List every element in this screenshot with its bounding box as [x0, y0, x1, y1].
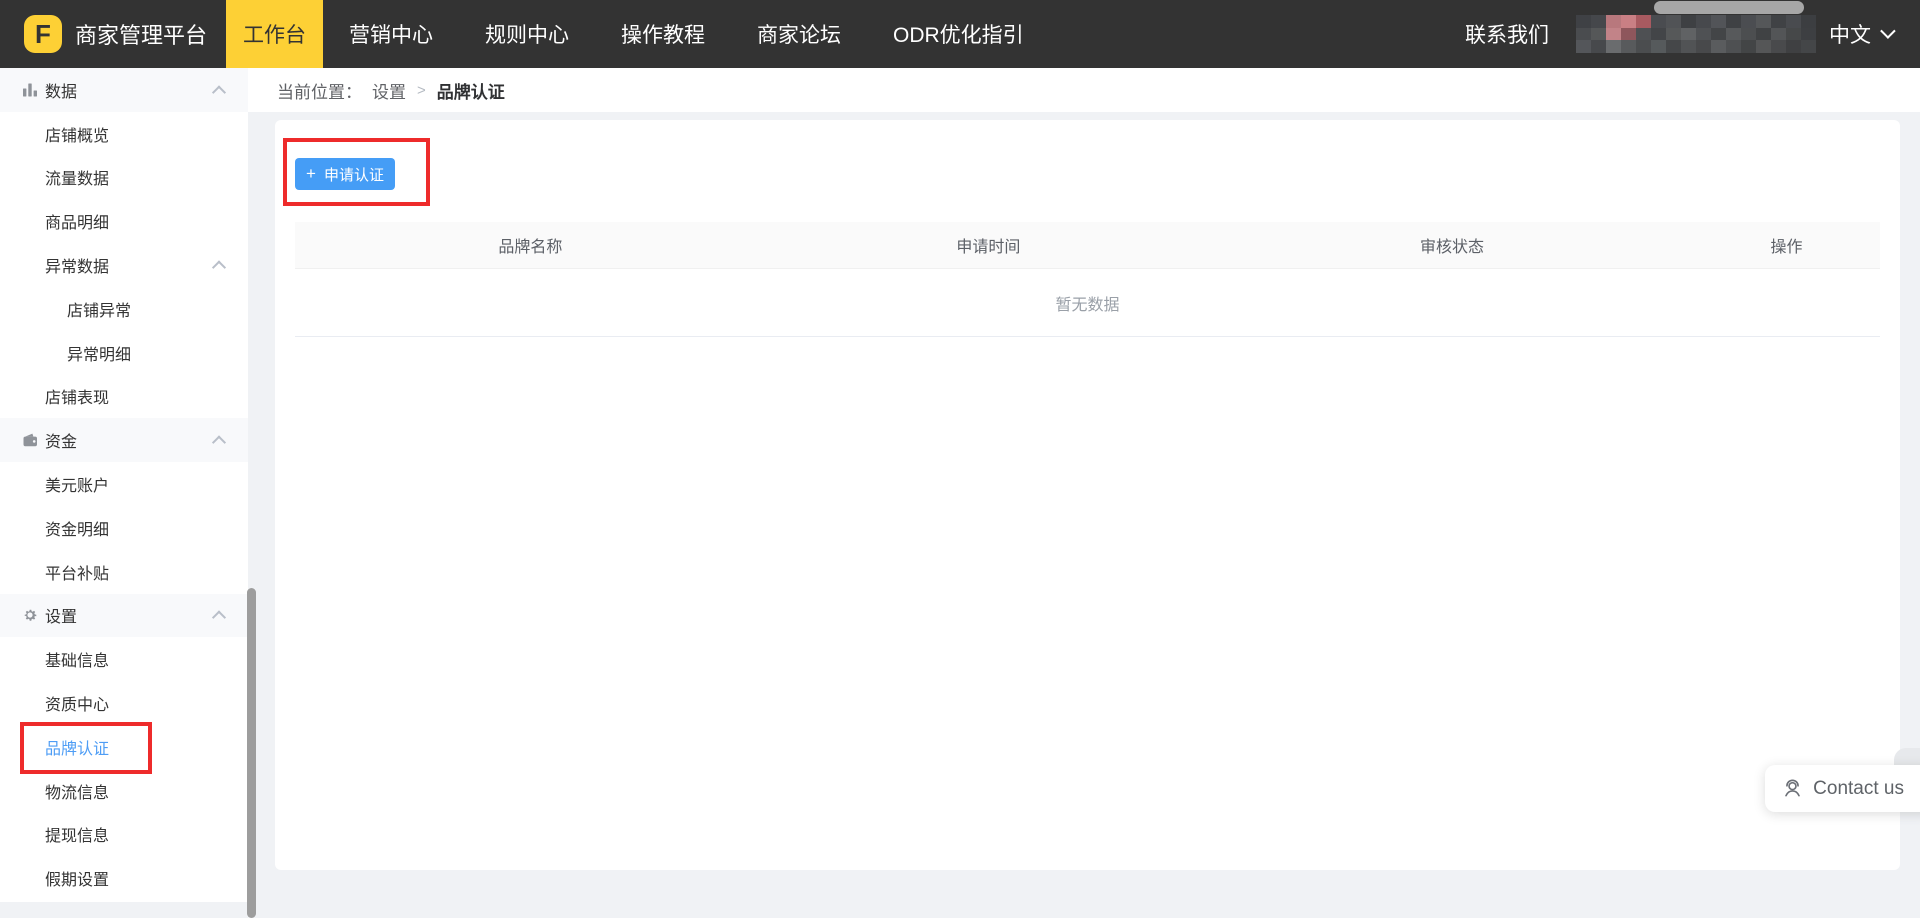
sidebar-scrollbar-thumb[interactable]	[247, 588, 256, 918]
apply-certification-button[interactable]: + 申请认证	[295, 158, 395, 190]
sidebar-item[interactable]: 店铺概览	[0, 112, 248, 156]
sidebar-item-label: 商品明细	[45, 209, 109, 233]
sidebar-item-label: 美元账户	[45, 472, 109, 496]
pixelated-censor-block	[1576, 15, 1816, 53]
gear-icon	[22, 607, 38, 623]
chevron-up-icon[interactable]	[212, 436, 226, 450]
navbar-tab-label: 商家论坛	[757, 19, 841, 49]
breadcrumb-section[interactable]: 设置	[372, 78, 406, 103]
sidebar-item[interactable]: 店铺表现	[0, 375, 248, 419]
navbar-tab[interactable]: 商家论坛	[731, 0, 867, 68]
chevron-up-icon[interactable]	[212, 611, 226, 625]
sidebar-item-label: 店铺概览	[45, 122, 109, 146]
app-title: 商家管理平台	[75, 18, 207, 50]
chevron-down-icon[interactable]	[1880, 23, 1896, 39]
sidebar-item-label: 异常明细	[67, 341, 131, 365]
sidebar-menu: 数据 店铺概览 流量数据 商品明细 异常数据	[0, 68, 248, 902]
app-logo[interactable]: F	[24, 15, 62, 53]
language-selector[interactable]: 中文	[1829, 19, 1871, 49]
table-column-header: 申请时间	[766, 233, 1211, 257]
certification-table: 品牌名称 申请时间 审核状态 操作 暂无数据	[295, 222, 1880, 337]
breadcrumb-prefix: 当前位置：	[277, 78, 362, 103]
contact-us-label: Contact us	[1813, 778, 1904, 800]
navbar-tab-label: 规则中心	[485, 19, 569, 49]
table-column-header: 品牌名称	[295, 233, 766, 257]
sidebar-item-label: 店铺表现	[45, 384, 109, 408]
sidebar-item-label: 假期设置	[45, 866, 109, 890]
content-card: + 申请认证 品牌名称 申请时间 审核状态 操作 暂无数据	[275, 120, 1900, 870]
sidebar-item[interactable]: 资金明细	[0, 506, 248, 550]
sidebar-item[interactable]: 基础信息	[0, 637, 248, 681]
sidebar-item-label: 数据	[45, 78, 77, 102]
navbar-tab-label: 工作台	[243, 19, 306, 49]
sidebar-item[interactable]: 异常明细	[0, 331, 248, 375]
wallet-icon	[22, 432, 39, 448]
sidebar-item[interactable]: 店铺异常	[0, 287, 248, 331]
breadcrumb: 当前位置： 设置 > 品牌认证	[248, 68, 1920, 112]
contact-us-link[interactable]: 联系我们	[1465, 19, 1549, 49]
sidebar-item-label: 资金明细	[45, 516, 109, 540]
sidebar-item[interactable]: 平台补贴	[0, 550, 248, 594]
sidebar-item-label: 资金	[45, 428, 77, 452]
sidebar-item[interactable]: 异常数据	[0, 243, 248, 287]
navbar-tab[interactable]: 工作台	[226, 0, 323, 68]
sidebar-item-label: 物流信息	[45, 779, 109, 803]
sidebar-item-label: 平台补贴	[45, 560, 109, 584]
breadcrumb-current: 品牌认证	[437, 78, 505, 103]
redacted-username	[1576, 15, 1816, 53]
navbar-tab[interactable]: 营销中心	[323, 0, 459, 68]
sidebar-item[interactable]: 设置	[0, 594, 248, 638]
sidebar-item[interactable]: 数据	[0, 68, 248, 112]
apply-button-label: 申请认证	[324, 164, 384, 185]
main-content: + 申请认证 品牌名称 申请时间 审核状态 操作 暂无数据	[248, 112, 1920, 902]
breadcrumb-separator-icon: >	[417, 82, 426, 99]
bar-chart-icon	[22, 82, 38, 97]
sidebar-item-label: 资质中心	[45, 691, 109, 715]
sidebar-item[interactable]: 假期设置	[0, 856, 248, 900]
sidebar-item[interactable]: 资质中心	[0, 681, 248, 725]
headset-person-icon	[1781, 777, 1804, 800]
top-navbar: F 商家管理平台 工作台 营销中心 规则中心 操作教程 商家论坛 ODR	[0, 0, 1920, 68]
table-column-header: 操作	[1693, 233, 1880, 257]
sidebar-item[interactable]: 提现信息	[0, 813, 248, 857]
sidebar-item[interactable]: 物流信息	[0, 769, 248, 813]
navbar-tabs: 工作台 营销中心 规则中心 操作教程 商家论坛 ODR优化指引	[226, 0, 1050, 68]
navbar-tab-label: 营销中心	[349, 19, 433, 49]
chevron-up-icon[interactable]	[212, 261, 226, 275]
sidebar-item[interactable]: 美元账户	[0, 462, 248, 506]
sidebar-item-label: 流量数据	[45, 165, 109, 189]
sidebar-item-label: 店铺异常	[67, 297, 131, 321]
sidebar-item[interactable]: 资金	[0, 418, 248, 462]
redacted-highlight	[1654, 1, 1804, 14]
sidebar-item-label: 设置	[45, 603, 77, 627]
navbar-tab[interactable]: 规则中心	[459, 0, 595, 68]
table-column-header: 审核状态	[1211, 233, 1693, 257]
table-empty-row: 暂无数据	[295, 269, 1880, 337]
logo-letter: F	[35, 19, 51, 50]
contact-us-button[interactable]: Contact us	[1765, 765, 1920, 812]
navbar-tab-label: 操作教程	[621, 19, 705, 49]
navbar-right: 联系我们 中文	[1465, 15, 1892, 53]
sidebar-item-label: 提现信息	[45, 822, 109, 846]
sidebar-item[interactable]: 品牌认证	[0, 725, 248, 769]
table-header-row: 品牌名称 申请时间 审核状态 操作	[295, 222, 1880, 269]
sidebar-item-label: 异常数据	[45, 253, 109, 277]
sidebar-item-label: 基础信息	[45, 647, 109, 671]
navbar-tab[interactable]: ODR优化指引	[867, 0, 1050, 68]
navbar-tab-label: ODR优化指引	[893, 19, 1024, 49]
sidebar-item-label: 品牌认证	[45, 735, 109, 759]
sidebar-item[interactable]: 商品明细	[0, 199, 248, 243]
chevron-up-icon[interactable]	[212, 85, 226, 99]
sidebar-item[interactable]: 流量数据	[0, 156, 248, 200]
plus-icon: +	[306, 165, 316, 182]
navbar-tab[interactable]: 操作教程	[595, 0, 731, 68]
empty-state-text: 暂无数据	[1055, 291, 1119, 315]
